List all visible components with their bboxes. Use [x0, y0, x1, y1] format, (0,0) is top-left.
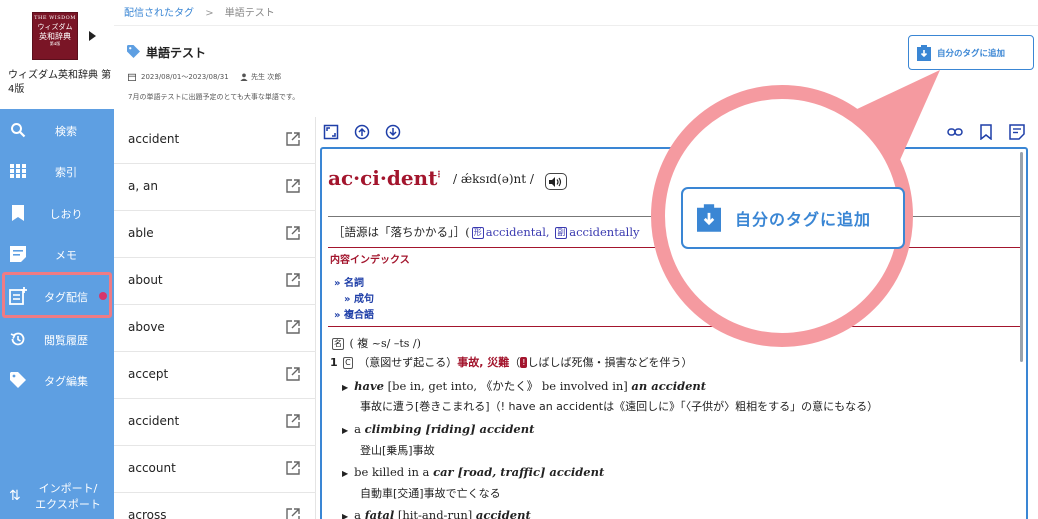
etymology: ［語源は「落ちかかる」］(形 accidental, 副 accidentally — [333, 225, 640, 239]
example-translation: 自動車[交通]事故で亡くなる — [360, 487, 501, 500]
search-icon — [9, 121, 27, 139]
scrollbar[interactable] — [1020, 152, 1023, 362]
bookmark-download-icon — [697, 204, 721, 232]
list-item[interactable]: account — [114, 446, 316, 493]
link-icon[interactable] — [947, 124, 963, 140]
tag-author: 先生 次郎 — [251, 73, 282, 81]
notification-dot — [99, 292, 107, 300]
sidebar-item-label: 検索 — [55, 125, 77, 138]
book-selector[interactable]: THE WISDOM ウィズダム 英和辞典 第4版 ウィズダム英和辞典 第4版 — [0, 0, 114, 109]
import-export-icon: ⇅ — [9, 488, 21, 504]
tag-icon — [127, 45, 140, 58]
example-sentence: ▶ have [be in, get into, 《かたく》 be involve… — [342, 379, 707, 393]
divider — [328, 326, 1020, 327]
sidebar-item-memo[interactable]: メモ — [0, 233, 114, 275]
sidebar-item-label: メモ — [55, 249, 77, 262]
tag-description: 7月の単語テストに出題予定のとても大事な単語です。 — [128, 93, 300, 101]
word-list: accident a, an able about above accept a… — [114, 117, 316, 519]
play-arrow-icon[interactable] — [89, 31, 96, 41]
sidebar-item-tag-edit[interactable]: タグ編集 — [0, 359, 114, 401]
open-external-icon[interactable] — [286, 179, 300, 193]
add-to-my-tags-button-zoomed: 自分のタグに追加 — [681, 187, 905, 249]
sidebar-item-label: タグ編集 — [44, 375, 88, 388]
bookmark-download-icon — [917, 44, 931, 61]
sidebar-item-label: 索引 — [55, 166, 77, 179]
grid-icon — [9, 162, 27, 180]
list-item[interactable]: accept — [114, 352, 316, 399]
index-link-compound[interactable]: » 複合語 — [334, 306, 374, 321]
person-icon — [240, 73, 248, 81]
history-icon — [9, 330, 27, 348]
bookmark-icon[interactable] — [978, 124, 994, 140]
sidebar-item-search[interactable]: 検索 — [0, 109, 114, 151]
breadcrumb-current: 単語テスト — [224, 8, 275, 19]
list-item[interactable]: a, an — [114, 164, 316, 211]
sidebar-item-label: インポート/ エクスポート — [35, 482, 101, 511]
part-of-speech: 名 ( 複 ~s/ –ts /) — [332, 337, 421, 350]
example-translation: 登山[乗馬]事故 — [360, 444, 435, 457]
list-item[interactable]: above — [114, 305, 316, 352]
list-item[interactable]: across — [114, 493, 316, 519]
book-cover-image: THE WISDOM ウィズダム 英和辞典 第4版 — [32, 12, 78, 60]
sense-1: 1 C （意図せず起こる）事故, 災難（! しばしば死傷・損害などを伴う） — [330, 356, 693, 369]
breadcrumb-separator: > — [205, 8, 214, 19]
list-item[interactable]: accident — [114, 117, 316, 164]
open-external-icon[interactable] — [286, 226, 300, 240]
tag-icon — [9, 371, 27, 389]
open-external-icon[interactable] — [286, 461, 300, 475]
headword: ac·ci·dent⁝ — [328, 166, 441, 190]
sidebar-item-history[interactable]: 閲覧履歴 — [0, 318, 114, 360]
bookmark-icon — [9, 204, 27, 222]
sidebar-item-label: 閲覧履歴 — [44, 334, 88, 347]
tag-date-range: 2023/08/01〜2023/08/31 — [141, 73, 229, 81]
related-word-link[interactable]: accidental, — [486, 225, 550, 239]
page-title: 単語テスト — [146, 46, 207, 60]
example-sentence: ▶ be killed in a car [road, traffic] acci… — [342, 465, 605, 479]
related-word-link[interactable]: accidentally — [569, 225, 639, 239]
tag-header — [114, 25, 1038, 117]
sidebar-item-index[interactable]: 索引 — [0, 150, 114, 192]
scroll-up-icon[interactable] — [354, 124, 370, 140]
sidebar-item-bookmark[interactable]: しおり — [0, 192, 114, 234]
open-external-icon[interactable] — [286, 367, 300, 381]
open-external-icon[interactable] — [286, 414, 300, 428]
fullscreen-icon[interactable] — [323, 124, 339, 140]
sidebar: THE WISDOM ウィズダム 英和辞典 第4版 ウィズダム英和辞典 第4版 … — [0, 0, 114, 519]
list-item[interactable]: able — [114, 211, 316, 258]
open-external-icon[interactable] — [286, 508, 300, 519]
speaker-icon — [549, 176, 562, 187]
example-translation: 事故に遭う[巻きこまれる]（! have an accidentは《遠回しに》「… — [360, 400, 879, 413]
content-index-title: 内容インデックス — [330, 255, 410, 266]
book-title: ウィズダム英和辞典 第4版 — [8, 70, 112, 95]
highlight-frame — [2, 272, 112, 318]
calendar-icon — [128, 73, 136, 81]
open-external-icon[interactable] — [286, 273, 300, 287]
list-item[interactable]: about — [114, 258, 316, 305]
sidebar-item-label: しおり — [49, 208, 83, 221]
play-audio-button[interactable] — [545, 173, 567, 190]
sidebar-item-import-export[interactable]: ⇅ インポート/ エクスポート — [0, 474, 114, 519]
breadcrumb: 配信されたタグ > 単語テスト — [124, 4, 275, 19]
example-sentence: ▶ a climbing [riding] accident — [342, 422, 535, 436]
pronunciation: / ǽksɪd(ə)nt / — [453, 172, 534, 186]
index-link-noun[interactable]: » 名詞 — [334, 274, 364, 289]
breadcrumb-link-delivered-tags[interactable]: 配信されたタグ — [124, 8, 194, 19]
memo-icon — [9, 245, 27, 263]
memo-icon[interactable] — [1009, 124, 1025, 140]
list-item[interactable]: accident — [114, 399, 316, 446]
open-external-icon[interactable] — [286, 132, 300, 146]
add-to-my-tags-button[interactable]: 自分のタグに追加 — [908, 35, 1034, 70]
example-sentence: ▶ a fatal [hit-and-run] accident — [342, 508, 531, 519]
index-link-idiom[interactable]: » 成句 — [344, 290, 374, 305]
open-external-icon[interactable] — [286, 320, 300, 334]
scroll-down-icon[interactable] — [385, 124, 401, 140]
